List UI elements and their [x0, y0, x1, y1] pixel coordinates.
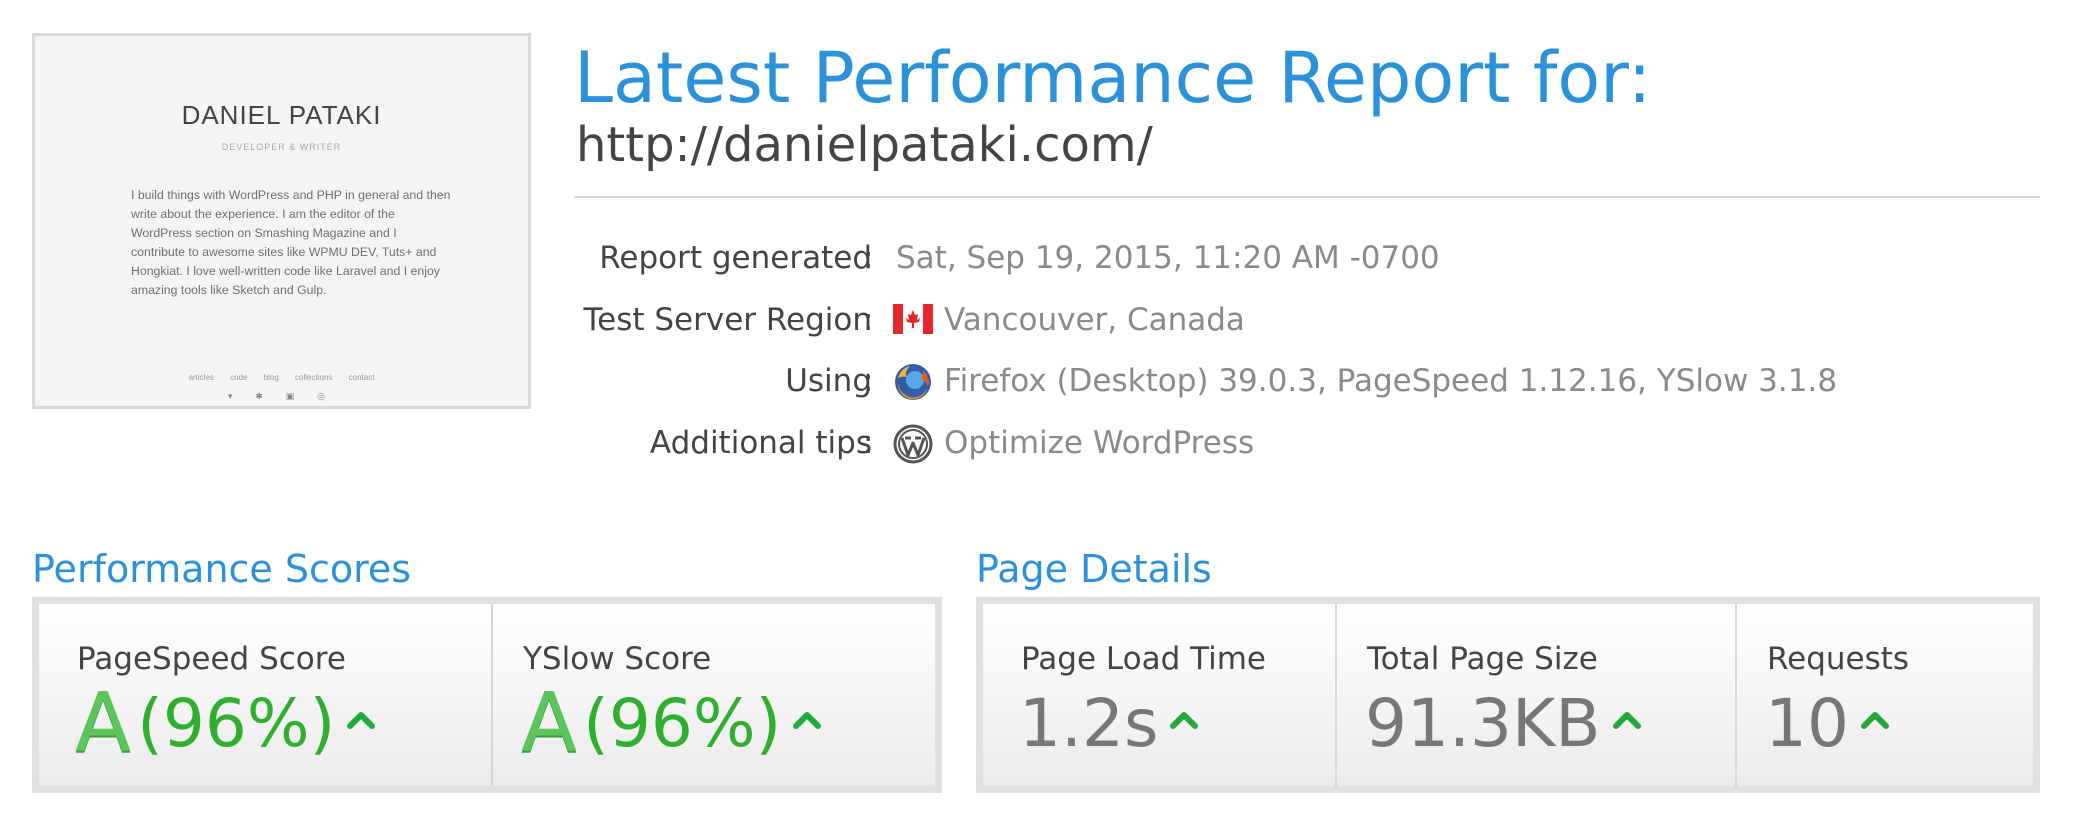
performance-scores-title: Performance Scores [32, 547, 412, 591]
test-region-label: Test Server Region [583, 302, 872, 338]
trend-up-icon [1612, 712, 1641, 729]
total-page-size-number: 91.3KB [1365, 685, 1601, 762]
requests-value: 10 [1765, 684, 1889, 764]
report-generated-label: Report generated [599, 240, 872, 276]
report-title: Latest Performance Report for: [574, 37, 1652, 119]
page-load-time-value: 1.2s [1019, 684, 1199, 764]
page-load-time-number: 1.2s [1019, 685, 1159, 762]
additional-tips-row: Additional tips : Optimize WordPress [0, 421, 2078, 465]
requests-label: Requests [1767, 641, 1910, 677]
pagespeed-percent: (96%) [137, 685, 336, 762]
page-details-card: Page Load Time 1.2s Total Page Size 91.3… [976, 597, 2040, 793]
yslow-percent: (96%) [583, 685, 782, 762]
page-details-title: Page Details [976, 547, 1212, 591]
pagespeed-grade: A [75, 676, 132, 771]
pagespeed-score-value: A (96%) [75, 676, 376, 771]
canada-flag-icon [893, 304, 933, 338]
requests-number: 10 [1765, 685, 1849, 762]
wordpress-icon [893, 424, 933, 468]
yslow-grade: A [521, 676, 578, 771]
trend-up-icon [347, 712, 376, 729]
report-url: http://danielpataki.com/ [576, 117, 1153, 173]
page-load-time-label: Page Load Time [1021, 641, 1266, 677]
performance-scores-card: PageSpeed Score A (96%) YSlow Score A (9… [32, 597, 942, 793]
trend-up-icon [793, 712, 822, 729]
page-load-time-cell: Page Load Time 1.2s [983, 604, 1335, 786]
yslow-score-value: A (96%) [521, 676, 822, 771]
header-divider [574, 196, 2040, 198]
yslow-score-cell: YSlow Score A (96%) [491, 604, 935, 786]
test-region-row: Test Server Region : Vancouver, Canada [0, 298, 2078, 342]
total-page-size-label: Total Page Size [1367, 641, 1598, 677]
total-page-size-cell: Total Page Size 91.3KB [1335, 604, 1735, 786]
label-colon: : [863, 240, 874, 276]
requests-cell: Requests 10 [1735, 604, 2033, 786]
yslow-score-label: YSlow Score [523, 641, 712, 677]
firefox-icon [893, 362, 933, 406]
total-page-size-value: 91.3KB [1365, 684, 1641, 764]
site-thumbnail: DANIEL PATAKI DEVELOPER & WRITER I build… [32, 33, 531, 409]
report-generated-row: Report generated : Sat, Sep 19, 2015, 11… [0, 236, 2078, 280]
pagespeed-score-cell: PageSpeed Score A (96%) [39, 604, 491, 786]
report-generated-value: Sat, Sep 19, 2015, 11:20 AM -0700 [896, 240, 1440, 276]
thumbnail-site-name: DANIEL PATAKI [181, 100, 382, 130]
browser-row: Using : Firefox (Desktop) 39.0.3, PageSp… [0, 359, 2078, 403]
additional-tips-label: Additional tips [649, 425, 872, 461]
additional-tips-link[interactable]: Optimize WordPress [944, 421, 1254, 465]
label-colon: : [863, 425, 874, 461]
browser-label: Using [785, 363, 872, 399]
browser-value: Firefox (Desktop) 39.0.3, PageSpeed 1.12… [944, 363, 1838, 399]
test-region-value: Vancouver, Canada [944, 302, 1245, 338]
label-colon: : [863, 302, 874, 338]
pagespeed-score-label: PageSpeed Score [77, 641, 346, 677]
trend-up-icon [1860, 712, 1889, 729]
trend-up-icon [1170, 712, 1199, 729]
label-colon: : [863, 363, 874, 399]
thumbnail-site-subtitle: DEVELOPER & WRITER [221, 142, 342, 152]
